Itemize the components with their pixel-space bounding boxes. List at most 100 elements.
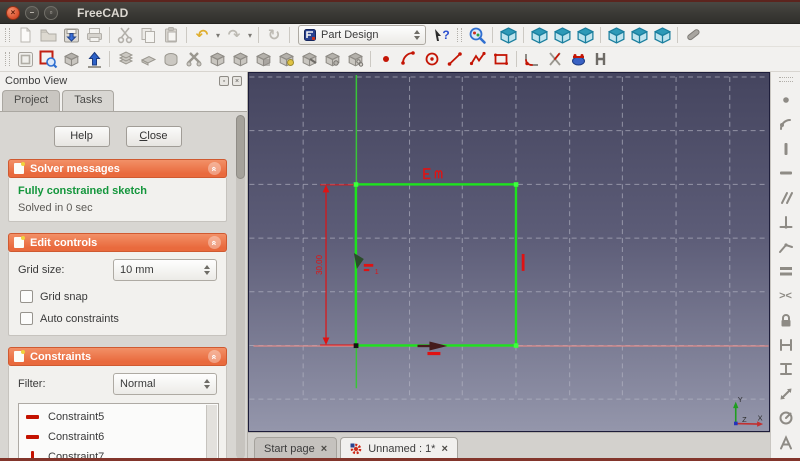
- vertex-top-left[interactable]: [354, 182, 359, 187]
- undo-icon[interactable]: ↶: [191, 25, 213, 45]
- grid-snap-checkbox[interactable]: [20, 290, 33, 303]
- copy-icon[interactable]: [137, 25, 159, 45]
- vertex-top-right[interactable]: [514, 182, 519, 187]
- pattern-icon[interactable]: [344, 49, 366, 69]
- open-document-icon[interactable]: [37, 25, 59, 45]
- panel-float-icon[interactable]: ▫: [219, 76, 229, 86]
- workbench-selector[interactable]: Part Design: [298, 25, 426, 45]
- measure-distance-icon[interactable]: [682, 25, 704, 45]
- whats-this-icon[interactable]: ?: [431, 25, 453, 45]
- window-close-button[interactable]: ×: [6, 6, 20, 20]
- constraint-equal-icon[interactable]: [776, 262, 796, 280]
- tab-project[interactable]: Project: [2, 90, 60, 111]
- vertical-distance-dimension[interactable]: 30.00: [315, 185, 354, 345]
- refresh-icon[interactable]: ↻: [263, 25, 285, 45]
- constraint-distance-icon[interactable]: [776, 385, 796, 403]
- chamfer-icon[interactable]: [298, 49, 320, 69]
- vertex-bottom-right[interactable]: [514, 343, 519, 348]
- view-left-icon[interactable]: [651, 25, 673, 45]
- constraint-point-on-object-icon[interactable]: [776, 115, 796, 133]
- pocket-icon[interactable]: [137, 49, 159, 69]
- help-button[interactable]: Help: [54, 126, 110, 147]
- edit-sketch-icon[interactable]: [37, 49, 59, 69]
- tab-close-icon[interactable]: ×: [441, 443, 447, 455]
- trim-edge-icon[interactable]: [544, 49, 566, 69]
- constraint-filter-select[interactable]: Normal: [113, 373, 217, 395]
- solver-messages-header[interactable]: Solver messages «: [8, 159, 227, 178]
- list-scrollbar[interactable]: ▾: [206, 405, 217, 461]
- constraint-parallel-icon[interactable]: [776, 189, 796, 207]
- tab-tasks[interactable]: Tasks: [62, 90, 114, 111]
- create-polyline-icon[interactable]: [467, 49, 489, 69]
- view-rear-icon[interactable]: [605, 25, 627, 45]
- constraint-coincident-icon[interactable]: [776, 91, 796, 109]
- constraint-vertical-icon[interactable]: [776, 140, 796, 158]
- create-circle-icon[interactable]: [421, 49, 443, 69]
- constraints-header[interactable]: Constraints «: [8, 347, 227, 366]
- tab-start-page[interactable]: Start page ×: [254, 437, 337, 460]
- toolbar-handle[interactable]: [5, 52, 10, 66]
- grid-size-select[interactable]: 10 mm: [113, 259, 217, 281]
- print-icon[interactable]: [83, 25, 105, 45]
- cut-icon[interactable]: [114, 25, 136, 45]
- paste-icon[interactable]: [160, 25, 182, 45]
- list-item[interactable]: Constraint5: [25, 407, 204, 427]
- constraint-horizontal-icon[interactable]: [776, 164, 796, 182]
- constraint-perpendicular-icon[interactable]: [776, 213, 796, 231]
- groove-icon[interactable]: [183, 49, 205, 69]
- toolbar-handle[interactable]: [779, 77, 793, 82]
- constraint-horizontal-distance-icon[interactable]: [776, 336, 796, 354]
- save-document-icon[interactable]: [60, 25, 82, 45]
- tab-unnamed-document[interactable]: Unnamed : 1* ×: [340, 437, 458, 460]
- view-right-icon[interactable]: [574, 25, 596, 45]
- additive-box-icon[interactable]: [206, 49, 228, 69]
- constraint-tangent-icon[interactable]: [776, 238, 796, 256]
- undo-dropdown-icon[interactable]: ▾: [214, 31, 222, 40]
- zoom-fit-all-icon[interactable]: [466, 25, 488, 45]
- view-front-icon[interactable]: [528, 25, 550, 45]
- collapse-icon[interactable]: «: [208, 350, 221, 363]
- view-top-icon[interactable]: [551, 25, 573, 45]
- constraint-symmetric-icon[interactable]: ><: [776, 287, 796, 305]
- panel-close-icon[interactable]: ×: [232, 76, 242, 86]
- close-button[interactable]: Close: [126, 126, 182, 147]
- create-rectangle-icon[interactable]: [490, 49, 512, 69]
- origin-point[interactable]: [354, 343, 359, 348]
- constraint-lock-icon[interactable]: [776, 311, 796, 329]
- window-minimize-button[interactable]: –: [25, 6, 39, 20]
- sketch-rectangle[interactable]: [356, 184, 516, 345]
- boolean-icon[interactable]: [252, 49, 274, 69]
- collapse-icon[interactable]: «: [208, 236, 221, 249]
- constraint-vertical-distance-icon[interactable]: [776, 360, 796, 378]
- list-item[interactable]: Constraint6: [25, 427, 204, 447]
- redo-icon[interactable]: ↷: [223, 25, 245, 45]
- sketch-canvas[interactable]: 30.00 1: [249, 73, 769, 431]
- revolution-icon[interactable]: [160, 49, 182, 69]
- window-maximize-button[interactable]: ▫: [44, 6, 58, 20]
- new-document-icon[interactable]: [14, 25, 36, 45]
- create-arc-icon[interactable]: [398, 49, 420, 69]
- 3d-viewport[interactable]: 30.00 1: [248, 72, 770, 432]
- create-point-icon[interactable]: [375, 49, 397, 69]
- construction-mode-icon[interactable]: [590, 49, 612, 69]
- view-sketch-icon[interactable]: [14, 49, 36, 69]
- map-sketch-icon[interactable]: [60, 49, 82, 69]
- constraint-radius-icon[interactable]: [776, 409, 796, 427]
- draft-icon[interactable]: [321, 49, 343, 69]
- redo-dropdown-icon[interactable]: ▾: [246, 31, 254, 40]
- grid-size-spinner[interactable]: [204, 265, 210, 275]
- tab-close-icon[interactable]: ×: [321, 443, 327, 455]
- pad-icon[interactable]: [114, 49, 136, 69]
- toolbar-handle[interactable]: [5, 28, 10, 42]
- create-fillet-icon[interactable]: [521, 49, 543, 69]
- external-geometry-icon[interactable]: [567, 49, 589, 69]
- toolbar-handle[interactable]: [457, 28, 462, 42]
- view-bottom-icon[interactable]: [628, 25, 650, 45]
- view-isometric-icon[interactable]: [497, 25, 519, 45]
- create-line-icon[interactable]: [444, 49, 466, 69]
- leave-sketch-icon[interactable]: [83, 49, 105, 69]
- edit-controls-header[interactable]: Edit controls «: [8, 233, 227, 252]
- fillet-icon[interactable]: [275, 49, 297, 69]
- workbench-selector-spinner[interactable]: [414, 30, 420, 40]
- auto-constraints-checkbox[interactable]: [20, 312, 33, 325]
